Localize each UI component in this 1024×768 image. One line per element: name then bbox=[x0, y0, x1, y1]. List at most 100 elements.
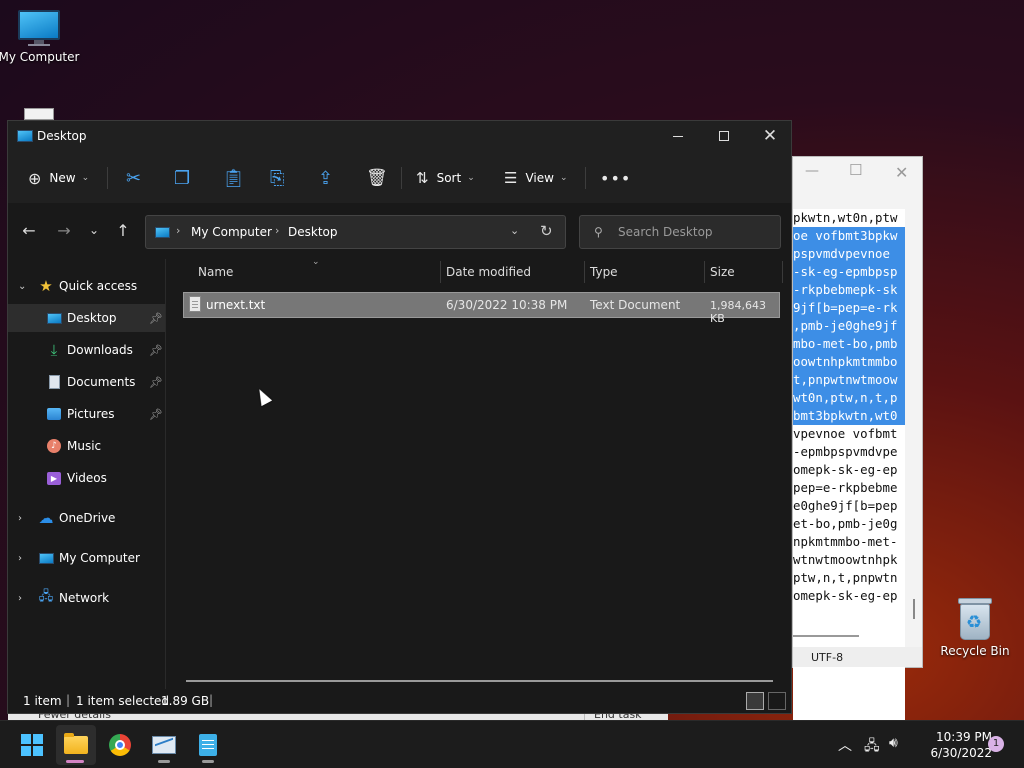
sidebar-item-documents[interactable]: Documents 📌︎ bbox=[8, 368, 166, 396]
details-view-icon[interactable] bbox=[746, 692, 764, 710]
clock-date: 6/30/2022 bbox=[930, 746, 992, 760]
file-row[interactable]: urnext.txt 6/30/2022 10:38 PM Text Docum… bbox=[183, 292, 780, 325]
sidebar-item-my-computer[interactable]: › My Computer bbox=[8, 544, 166, 572]
paste-button[interactable]: 📋︎ bbox=[222, 164, 245, 192]
notepad-line: ptw,n,t,pnpwtn bbox=[793, 570, 898, 585]
horizontal-scrollbar[interactable] bbox=[186, 680, 773, 682]
sidebar-item-pictures[interactable]: Pictures 📌︎ bbox=[8, 400, 166, 428]
maximize-icon[interactable]: ☐ bbox=[849, 161, 862, 179]
start-button[interactable] bbox=[12, 725, 52, 765]
chevron-right-icon[interactable]: › bbox=[18, 513, 22, 524]
taskbar-notepad[interactable] bbox=[188, 725, 228, 765]
sidebar-item-downloads[interactable]: ⤓ Downloads 📌︎ bbox=[8, 336, 166, 364]
pin-icon[interactable]: 📌︎ bbox=[149, 344, 163, 357]
view-label: View bbox=[525, 171, 554, 185]
minimize-button[interactable] bbox=[655, 121, 701, 151]
view-button[interactable]: ☰ View ⌄ bbox=[504, 164, 567, 192]
up-button[interactable]: ↑ bbox=[111, 221, 135, 240]
chevron-right-icon[interactable]: › bbox=[18, 593, 22, 604]
horizontal-scrollbar[interactable] bbox=[793, 635, 859, 637]
status-bar: 1 item | 1 item selected 1.89 GB | bbox=[8, 689, 791, 713]
minimize-icon[interactable]: — bbox=[805, 163, 819, 179]
close-button[interactable]: ✕ bbox=[747, 121, 793, 151]
system-clock[interactable]: 10:39 PM 6/30/2022 bbox=[914, 729, 992, 761]
sidebar-label: Desktop bbox=[67, 311, 117, 325]
share-button[interactable]: ⇪ bbox=[318, 164, 333, 192]
address-bar[interactable]: › My Computer › Desktop ⌄ ↻ bbox=[145, 215, 566, 249]
forward-button[interactable]: → bbox=[52, 221, 76, 240]
chevron-up-icon[interactable]: ︿ bbox=[838, 735, 852, 755]
sidebar-item-music[interactable]: ♪ Music bbox=[8, 432, 166, 460]
taskbar-chrome[interactable] bbox=[100, 725, 140, 765]
breadcrumb-my-computer[interactable]: My Computer bbox=[191, 225, 272, 239]
rename-button[interactable]: ⎘ bbox=[270, 164, 284, 192]
folder-icon bbox=[17, 130, 33, 142]
explorer-titlebar: Desktop ✕ bbox=[8, 121, 791, 153]
more-options-button[interactable]: ••• bbox=[600, 164, 631, 192]
column-header-type[interactable]: Type bbox=[590, 265, 618, 279]
rename-icon: ⎘ bbox=[270, 167, 285, 189]
notepad-line: oowtnhpkmtmmbo bbox=[793, 353, 905, 371]
desktop-icon-my-computer[interactable]: My Computer bbox=[0, 10, 84, 64]
notepad-window[interactable]: — ☐ ✕ pkwtn,wt0n,ptw oe vofbmt3bpkw pspvmd… bbox=[792, 156, 923, 768]
maximize-icon bbox=[719, 131, 729, 141]
sort-button[interactable]: ⇅ Sort ⌄ bbox=[416, 164, 475, 192]
notepad-line: ,pmb-je0ghe9jf bbox=[793, 317, 905, 335]
search-box[interactable]: ⚲ bbox=[579, 215, 781, 249]
file-explorer-window[interactable]: Desktop ✕ ⊕ New ⌄ ✂ ❐ 📋︎ ⎘ ⇪ 🗑︎ ⇅ Sort ⌄… bbox=[7, 120, 792, 714]
chevron-down-icon[interactable]: ⌄ bbox=[510, 224, 519, 237]
sidebar-item-videos[interactable]: ▶ Videos bbox=[8, 464, 166, 492]
notepad-line: mbo-met-bo,pmb bbox=[793, 335, 905, 353]
music-icon: ♪ bbox=[46, 438, 62, 454]
vertical-scrollbar[interactable] bbox=[913, 599, 915, 619]
document-icon[interactable] bbox=[24, 108, 54, 120]
notepad-line: omepk-sk-eg-ep bbox=[793, 588, 898, 603]
window-title: Desktop bbox=[37, 129, 87, 143]
notepad-text-area[interactable]: pkwtn,wt0n,ptw oe vofbmt3bpkw pspvmdvpevno… bbox=[793, 209, 905, 768]
pin-icon[interactable]: 📌︎ bbox=[149, 312, 163, 325]
notepad-statusbar: UTF-8 bbox=[793, 647, 922, 667]
star-icon: ★ bbox=[39, 277, 53, 295]
cloud-icon: ☁ bbox=[38, 509, 54, 527]
close-icon: ✕ bbox=[762, 126, 778, 146]
notepad-titlebar: — ☐ ✕ bbox=[793, 157, 922, 187]
taskbar-task-manager[interactable] bbox=[144, 725, 184, 765]
breadcrumb-desktop[interactable]: Desktop bbox=[288, 225, 338, 239]
copy-button[interactable]: ❐ bbox=[174, 164, 190, 192]
item-count: 1 item bbox=[23, 694, 62, 708]
recent-locations-button[interactable]: ⌄ bbox=[82, 223, 106, 237]
back-button[interactable]: ← bbox=[17, 221, 41, 240]
pin-icon[interactable]: 📌︎ bbox=[149, 408, 163, 421]
picture-icon bbox=[46, 406, 62, 422]
chevron-right-icon[interactable]: › bbox=[18, 553, 22, 564]
sidebar-item-quick-access[interactable]: ⌄ ★ Quick access bbox=[8, 272, 166, 300]
sidebar-item-network[interactable]: › 🖧︎ Network bbox=[8, 584, 166, 612]
tiles-view-icon[interactable] bbox=[768, 692, 786, 710]
scissors-icon: ✂ bbox=[126, 167, 142, 189]
sidebar-label: Pictures bbox=[67, 407, 115, 421]
close-icon[interactable]: ✕ bbox=[895, 163, 908, 182]
search-input[interactable] bbox=[618, 222, 773, 242]
maximize-button[interactable] bbox=[701, 121, 747, 151]
sidebar-item-desktop[interactable]: Desktop 📌︎ bbox=[8, 304, 166, 332]
column-header-date[interactable]: Date modified bbox=[446, 265, 531, 279]
performance-chart-icon bbox=[152, 736, 176, 754]
volume-icon[interactable]: 🔊︎ bbox=[889, 735, 898, 751]
network-status-icon[interactable]: 🖧︎ bbox=[864, 735, 880, 759]
new-button[interactable]: ⊕ New ⌄ bbox=[28, 164, 89, 192]
delete-button[interactable]: 🗑︎ bbox=[366, 164, 388, 192]
file-list[interactable]: Name ⌄ Date modified Type Size urnext.tx… bbox=[166, 257, 791, 691]
sidebar-item-onedrive[interactable]: › ☁ OneDrive bbox=[8, 504, 166, 532]
desktop-icon-recycle-bin[interactable]: ♻ Recycle Bin bbox=[930, 598, 1020, 658]
notepad-line: pkwtn,wt0n,ptw bbox=[793, 210, 898, 225]
column-header-name[interactable]: Name ⌄ bbox=[166, 257, 441, 285]
notepad-line: oe vofbmt3bpkw bbox=[793, 227, 905, 245]
pin-icon[interactable]: 📌︎ bbox=[149, 376, 163, 389]
notification-badge[interactable]: 1 bbox=[988, 736, 1004, 752]
more-icon: ••• bbox=[600, 168, 632, 188]
chevron-down-icon[interactable]: ⌄ bbox=[18, 281, 26, 292]
column-header-size[interactable]: Size bbox=[710, 265, 735, 279]
cut-button[interactable]: ✂ bbox=[126, 164, 141, 192]
taskbar-file-explorer[interactable] bbox=[56, 725, 96, 765]
refresh-icon[interactable]: ↻ bbox=[540, 222, 553, 240]
